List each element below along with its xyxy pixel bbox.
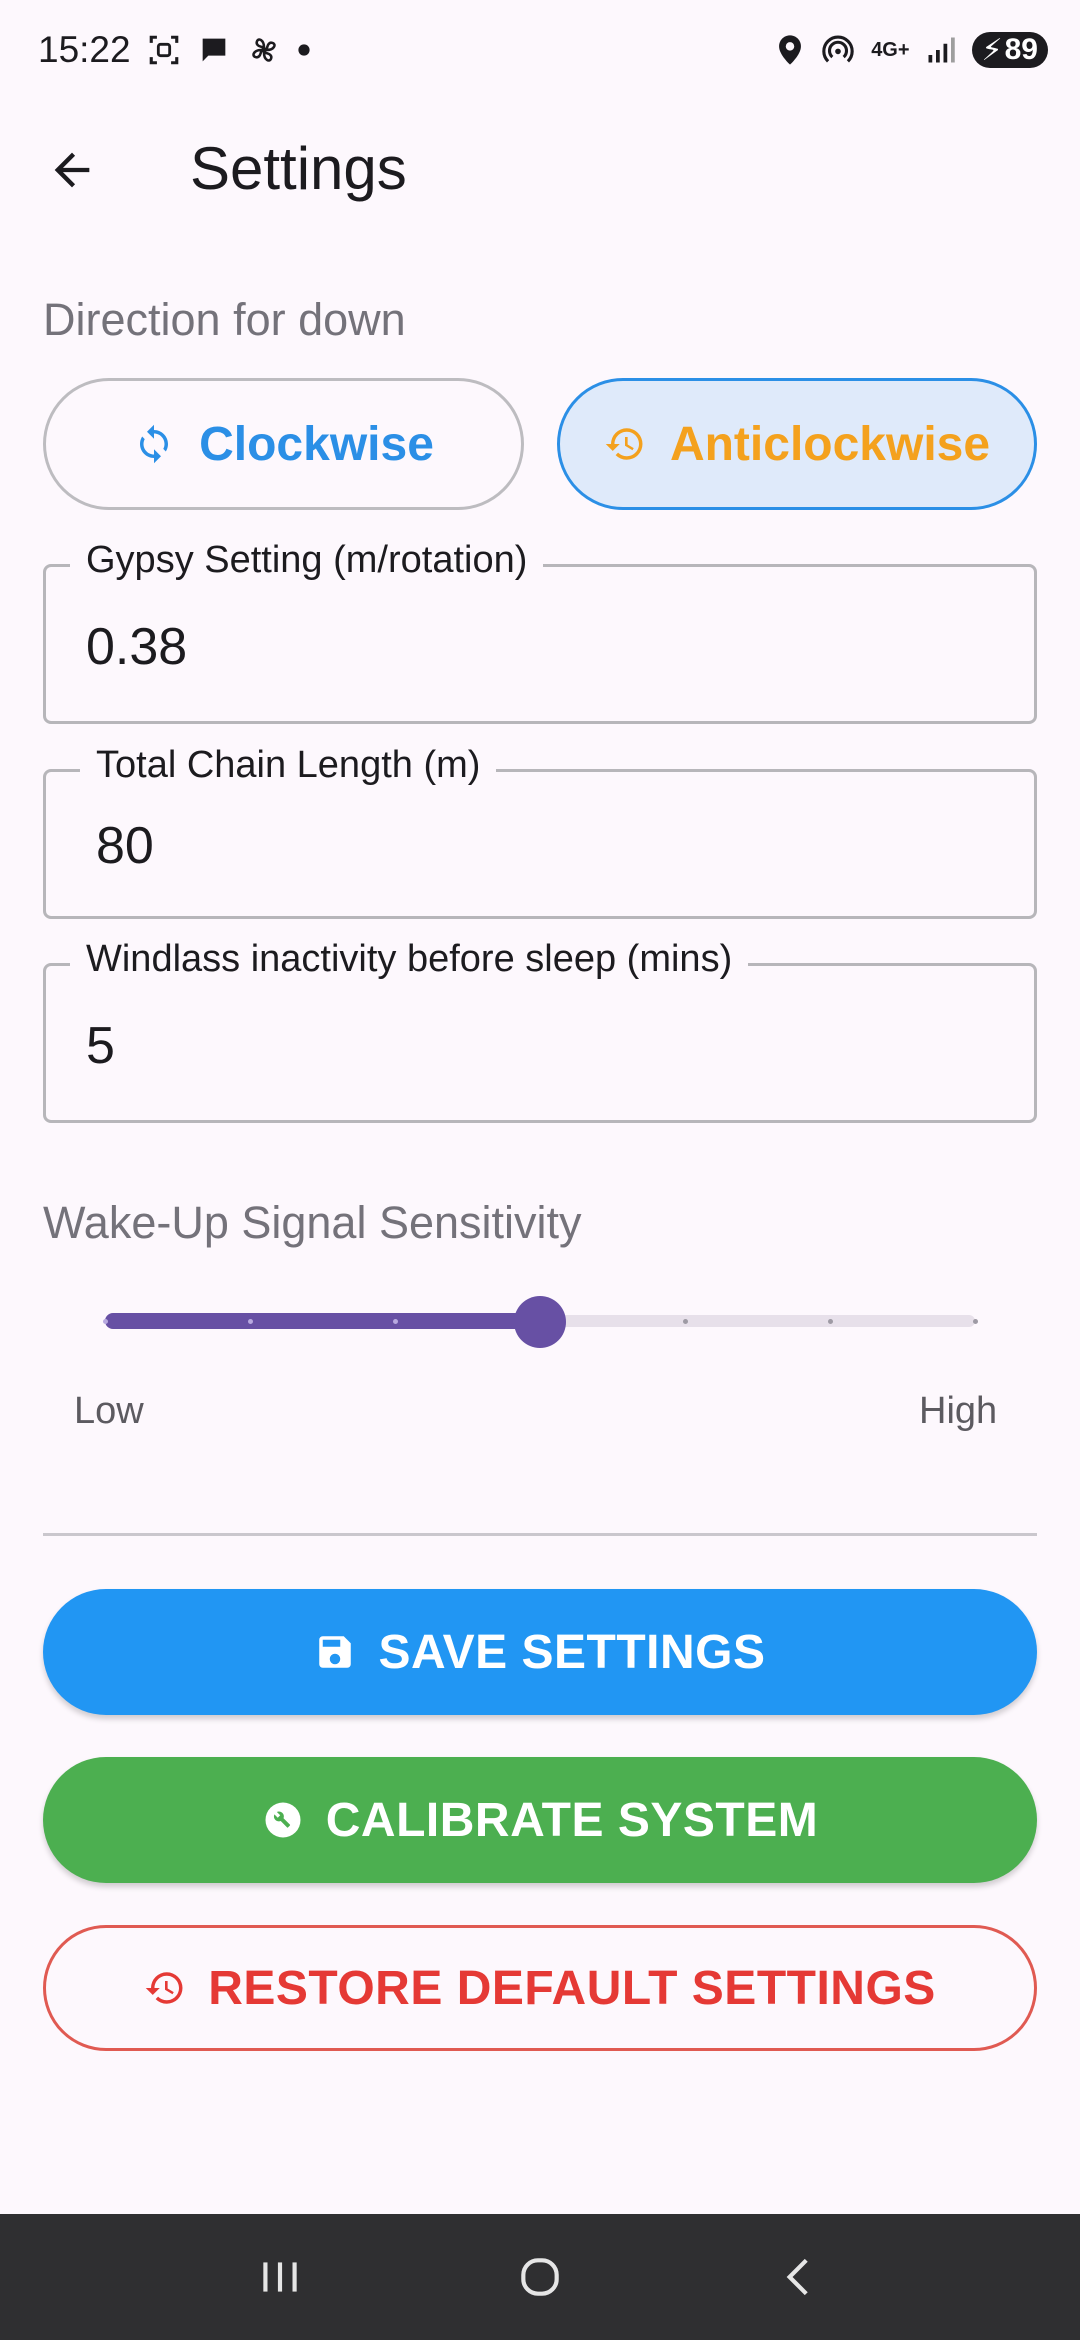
chain-length-label: Total Chain Length (m) xyxy=(80,744,497,787)
slider-tick-mark xyxy=(102,1319,108,1324)
save-settings-button[interactable]: SAVE SETTINGS xyxy=(43,1589,1037,1715)
home-icon xyxy=(521,2258,559,2296)
status-time: 15:22 xyxy=(38,29,131,70)
home-button[interactable] xyxy=(500,2237,580,2317)
sleep-inactivity-label: Windlass inactivity before sleep (mins) xyxy=(70,938,749,981)
battery-percent: 89 xyxy=(1004,33,1038,66)
status-bar-right: 4G+ ⚡ 89 xyxy=(775,32,1048,68)
arrow-back-icon xyxy=(54,152,90,188)
chain-length-value[interactable]: 80 xyxy=(96,816,154,876)
signal-icon xyxy=(926,35,956,65)
slider-tick-mark xyxy=(682,1319,688,1324)
sleep-inactivity-value[interactable]: 5 xyxy=(86,1016,115,1076)
sensitivity-slider[interactable] xyxy=(102,1296,978,1348)
slider-tick-mark xyxy=(827,1319,833,1324)
gypsy-setting-label: Gypsy Setting (m/rotation) xyxy=(70,539,544,582)
slider-active-track xyxy=(105,1313,540,1329)
slider-high-label: High xyxy=(919,1390,998,1432)
chevron-left-icon xyxy=(786,2258,808,2296)
sleep-inactivity-field[interactable]: Windlass inactivity before sleep (mins) … xyxy=(43,938,1037,1123)
back-button[interactable] xyxy=(42,140,102,200)
save-settings-label: SAVE SETTINGS xyxy=(378,1625,766,1679)
message-icon xyxy=(197,33,231,67)
restore-defaults-button[interactable]: RESTORE DEFAULT SETTINGS xyxy=(43,1925,1037,2051)
calibrate-system-button[interactable]: CALIBRATE SYSTEM xyxy=(43,1757,1037,1883)
restore-defaults-label: RESTORE DEFAULT SETTINGS xyxy=(208,1961,936,2015)
page-title: Settings xyxy=(190,135,407,202)
sync-icon xyxy=(140,424,169,464)
anticlockwise-label: Anticlockwise xyxy=(669,417,991,471)
slider-tick-mark xyxy=(247,1319,253,1324)
direction-section-label: Direction for down xyxy=(43,294,406,345)
fan-icon xyxy=(247,33,281,67)
clockwise-button[interactable]: Clockwise xyxy=(43,378,524,510)
status-bar: 15:22 4G+ ⚡ 89 xyxy=(0,0,1080,100)
location-icon xyxy=(775,33,805,67)
sensitivity-section-label: Wake-Up Signal Sensitivity xyxy=(43,1197,582,1248)
system-navigation-bar xyxy=(0,2214,1080,2340)
back-nav-button[interactable] xyxy=(760,2237,840,2317)
charging-bolt-icon: ⚡ xyxy=(981,33,1003,67)
recent-apps-icon xyxy=(263,2262,297,2292)
recent-apps-button[interactable] xyxy=(240,2237,320,2317)
anticlockwise-button[interactable]: Anticlockwise xyxy=(557,378,1037,510)
restore-icon xyxy=(145,1972,183,2004)
hotspot-icon xyxy=(821,33,855,67)
gypsy-setting-field[interactable]: Gypsy Setting (m/rotation) 0.38 xyxy=(43,539,1037,724)
slider-thumb[interactable] xyxy=(514,1296,566,1348)
calibrate-system-label: CALIBRATE SYSTEM xyxy=(325,1793,819,1847)
screenshot-icon xyxy=(147,33,181,67)
battery-indicator: ⚡ 89 xyxy=(971,32,1048,68)
divider xyxy=(43,1533,1037,1536)
network-type-label: 4G+ xyxy=(871,39,910,61)
app-bar: Settings xyxy=(0,110,1080,230)
build-circle-icon xyxy=(265,1802,301,1838)
slider-tick-mark xyxy=(972,1319,978,1324)
slider-tick-mark xyxy=(392,1319,398,1324)
history-icon xyxy=(605,428,643,460)
clockwise-label: Clockwise xyxy=(199,417,434,471)
save-icon xyxy=(319,1636,352,1668)
gypsy-setting-value[interactable]: 0.38 xyxy=(86,617,187,677)
slider-low-label: Low xyxy=(74,1390,144,1432)
status-bar-left: 15:22 xyxy=(38,29,311,71)
notification-dot-icon xyxy=(297,43,311,57)
chain-length-field[interactable]: Total Chain Length (m) 80 xyxy=(43,744,1037,919)
